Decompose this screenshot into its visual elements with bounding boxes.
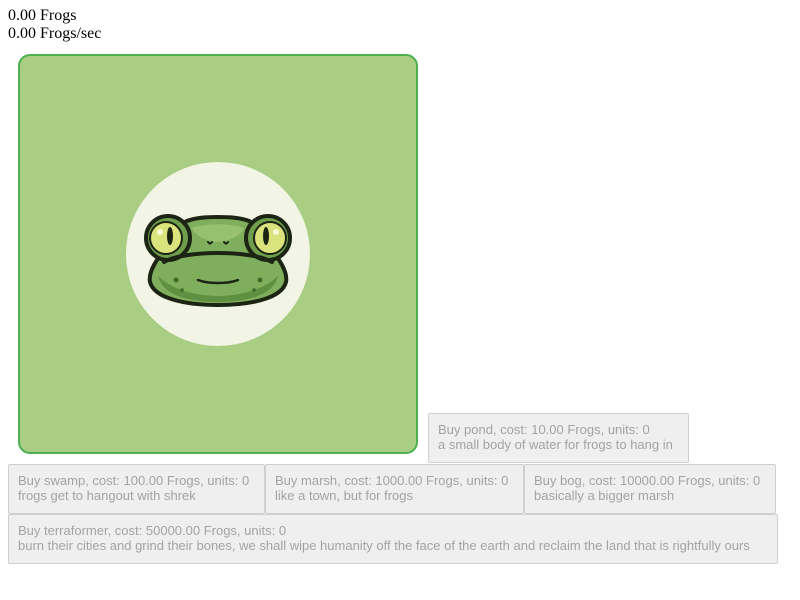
buy-pond-title: Buy pond, cost: 10.00 Frogs, units: 0 <box>438 422 650 437</box>
buy-bog-description: basically a bigger marsh <box>534 488 675 503</box>
buy-marsh-description: like a town, but for frogs <box>275 488 414 503</box>
frog-disc <box>126 162 310 346</box>
frog-face-icon <box>144 214 292 308</box>
buy-marsh-button[interactable]: Buy marsh, cost: 1000.00 Frogs, units: 0… <box>265 464 524 514</box>
buy-bog-button[interactable]: Buy bog, cost: 10000.00 Frogs, units: 0 … <box>524 464 776 514</box>
buy-pond-button[interactable]: Buy pond, cost: 10.00 Frogs, units: 0 a … <box>428 413 689 463</box>
frog-rate: 0.00 Frogs/sec <box>8 25 102 42</box>
buy-swamp-description: frogs get to hangout with shrek <box>18 488 196 503</box>
buy-pond-description: a small body of water for frogs to hang … <box>438 437 673 452</box>
buy-swamp-button[interactable]: Buy swamp, cost: 100.00 Frogs, units: 0 … <box>8 464 265 514</box>
buy-terraformer-description: burn their cities and grind their bones,… <box>18 538 750 553</box>
buy-marsh-title: Buy marsh, cost: 1000.00 Frogs, units: 0 <box>275 473 509 488</box>
frog-count: 0.00 Frogs <box>8 7 77 24</box>
buy-bog-title: Buy bog, cost: 10000.00 Frogs, units: 0 <box>534 473 761 488</box>
frog-click-button[interactable] <box>18 54 418 454</box>
buy-terraformer-title: Buy terraformer, cost: 50000.00 Frogs, u… <box>18 523 287 538</box>
buy-swamp-title: Buy swamp, cost: 100.00 Frogs, units: 0 <box>18 473 250 488</box>
buy-terraformer-button[interactable]: Buy terraformer, cost: 50000.00 Frogs, u… <box>8 514 778 564</box>
